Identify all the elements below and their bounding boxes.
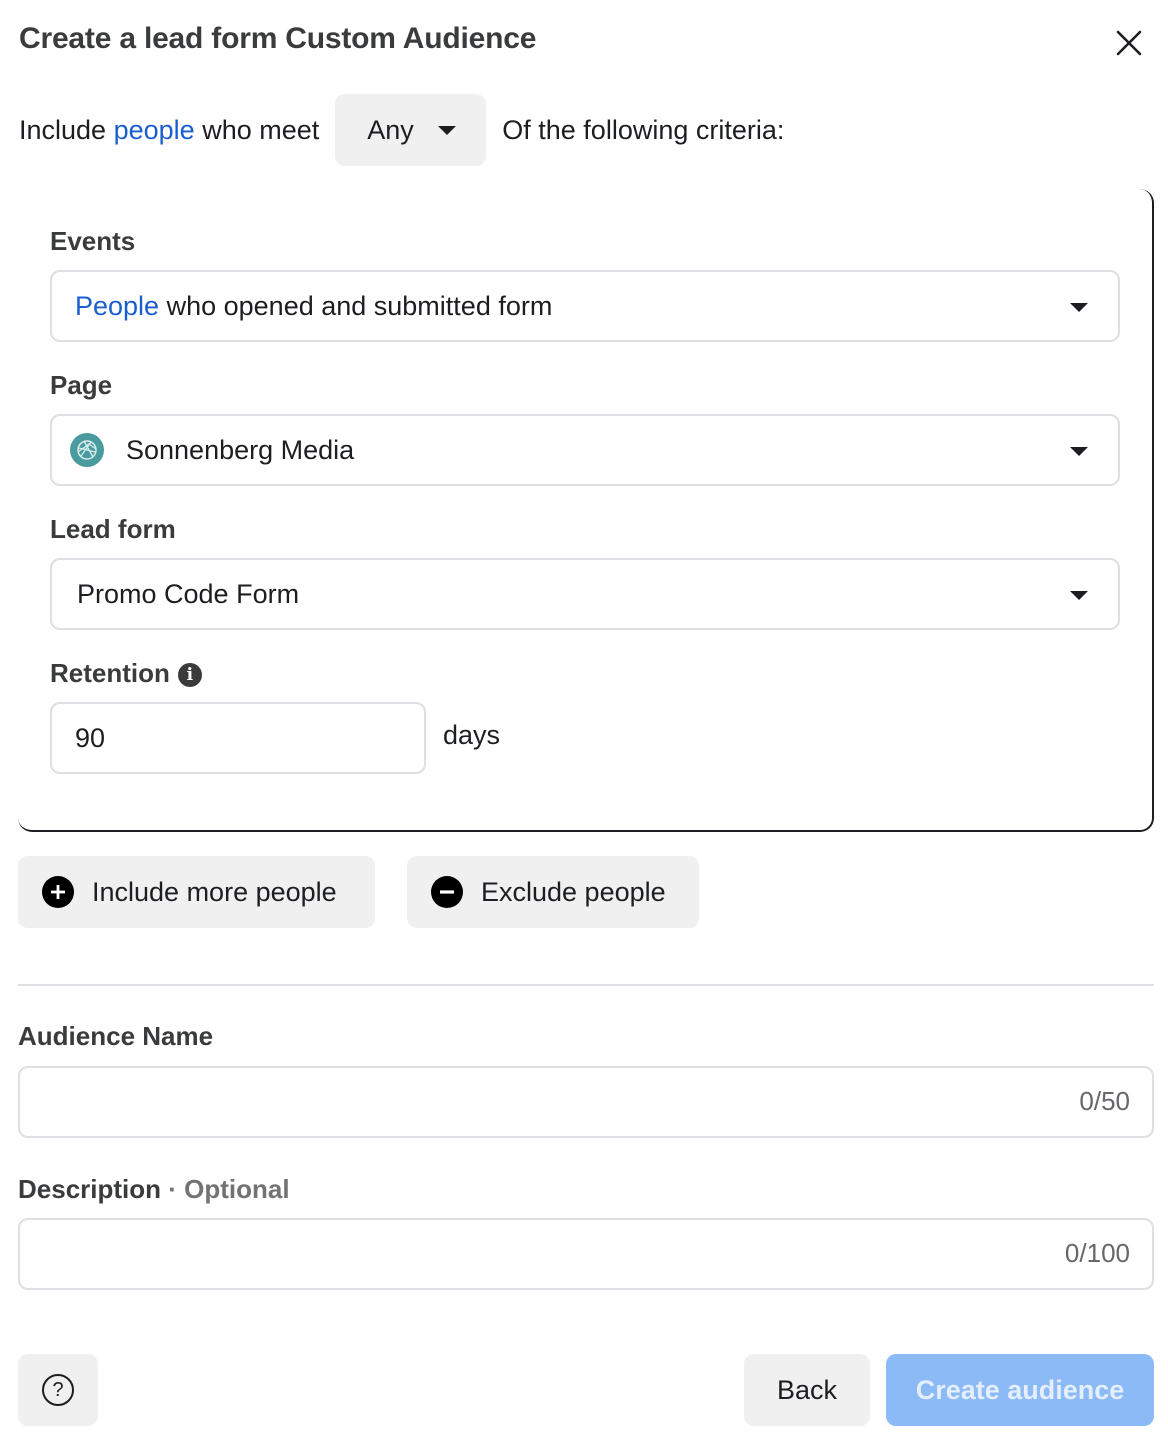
description-label-row: Description · Optional: [18, 1174, 290, 1205]
criteria-prefix: Include: [19, 114, 107, 145]
description-counter: 0/100: [1064, 1238, 1130, 1268]
retention-label-row: Retention i: [50, 658, 202, 689]
audience-name-counter: 0/50: [1079, 1086, 1130, 1116]
criteria-middle: who meet: [202, 114, 320, 145]
create-audience-button[interactable]: Create audience: [886, 1354, 1154, 1426]
people-link[interactable]: people: [114, 115, 195, 146]
include-more-label: Include more people: [92, 876, 337, 907]
retention-unit: days: [443, 720, 501, 750]
lead-form-label: Lead form: [50, 514, 176, 544]
optional-label: Optional: [184, 1174, 290, 1204]
include-more-people-button[interactable]: Include more people: [18, 856, 375, 928]
audience-name-input[interactable]: 0/50: [18, 1066, 1154, 1138]
caret-down-icon: [1070, 303, 1088, 312]
plus-circle-icon: [42, 876, 74, 908]
events-value-link[interactable]: People: [75, 291, 159, 322]
info-icon[interactable]: i: [177, 663, 202, 687]
retention-label: Retention: [50, 658, 170, 688]
events-value: who opened and submitted form: [166, 290, 553, 321]
dialog-title: Create a lead form Custom Audience: [19, 22, 537, 55]
audience-name-label: Audience Name: [18, 1021, 214, 1051]
retention-value: 90: [75, 722, 106, 753]
back-button[interactable]: Back: [744, 1354, 870, 1426]
close-button[interactable]: [1112, 26, 1146, 60]
events-label: Events: [50, 226, 136, 256]
criteria-row: Include people who meet Any Of the follo…: [19, 94, 784, 166]
description-separator: ·: [161, 1174, 185, 1204]
page-avatar-icon: [70, 433, 104, 467]
help-icon: ?: [42, 1374, 74, 1406]
description-label: Description: [18, 1174, 162, 1204]
description-input[interactable]: 0/100: [18, 1218, 1154, 1290]
page-value: Sonnenberg Media: [126, 434, 355, 465]
match-dropdown[interactable]: Any: [335, 94, 487, 166]
match-value: Any: [367, 114, 414, 145]
caret-down-icon: [1070, 447, 1088, 456]
help-button[interactable]: ?: [18, 1354, 98, 1426]
page-dropdown[interactable]: Sonnenberg Media: [50, 414, 1120, 486]
close-icon: [1116, 30, 1142, 56]
lead-form-dropdown[interactable]: Promo Code Form: [50, 558, 1120, 630]
criteria-suffix: Of the following criteria:: [502, 114, 785, 145]
caret-down-icon: [1070, 591, 1088, 600]
retention-input[interactable]: 90: [50, 702, 426, 774]
section-divider: [18, 984, 1154, 986]
page-label: Page: [50, 370, 113, 400]
caret-down-icon: [437, 125, 456, 135]
lead-form-value: Promo Code Form: [77, 578, 300, 609]
exclude-people-button[interactable]: Exclude people: [407, 856, 699, 928]
minus-circle-icon: [431, 876, 463, 908]
events-dropdown[interactable]: People who opened and submitted form: [50, 270, 1120, 342]
exclude-label: Exclude people: [481, 876, 666, 907]
